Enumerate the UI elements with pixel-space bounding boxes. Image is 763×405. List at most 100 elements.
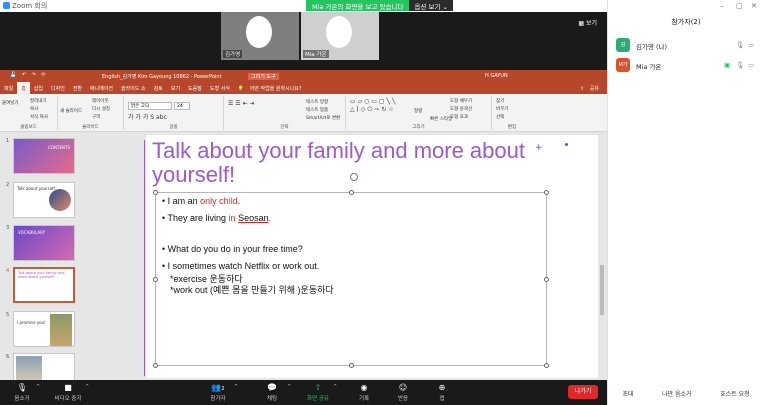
quick-access-icons[interactable]: 💾 ↶ ↷ ⟳ xyxy=(10,72,48,78)
microphone-icon[interactable]: 🎙 xyxy=(736,41,744,49)
video-tile-2[interactable]: Mia 가온 xyxy=(301,12,379,60)
shape-outline-button[interactable]: 도형 윤곽선 xyxy=(450,106,472,112)
tab-insert[interactable]: 삽입 xyxy=(30,82,47,94)
slide-thumbnail-2[interactable]: Talk about yourself xyxy=(13,182,75,218)
rotate-handle-icon[interactable] xyxy=(350,173,358,181)
tab-home[interactable]: 홈 xyxy=(17,82,30,94)
participant-avatar xyxy=(326,16,352,48)
apps-button[interactable]: ⊕ 앱 xyxy=(424,382,460,402)
copy-button[interactable]: 복사 xyxy=(30,106,38,112)
smartart-button[interactable]: SmartArt로 변환 xyxy=(306,115,340,121)
bullet-text-box[interactable]: • I am an only child. • They are living … xyxy=(153,190,549,368)
slide-thumbnail-1[interactable]: CONTENTS xyxy=(13,138,75,174)
drawing-tools-label: 그리기 도구 xyxy=(248,73,279,80)
ribbon: 붙여넣기 잘라내기 복사 서식 복사 클립보드 새 슬라이드 레이아웃 다시 설… xyxy=(0,94,607,132)
chevron-up-icon[interactable]: ^ xyxy=(234,384,238,390)
share-button[interactable]: ⇪ 공유 xyxy=(576,82,607,94)
slide-thumbnail-4[interactable]: Talk about your family and more about yo… xyxy=(13,267,75,303)
find-button[interactable]: 찾기 xyxy=(496,98,504,104)
scrollbar-thumb[interactable] xyxy=(600,265,604,315)
tell-me-search[interactable]: 💡 어떤 작업을 원하시나요? xyxy=(234,82,310,94)
share-screen-button[interactable]: ⇧ 화면 공유 xyxy=(300,382,336,402)
invite-button[interactable]: 초대 xyxy=(619,387,636,400)
mute-me-button[interactable]: 나만 음소거 xyxy=(659,387,695,400)
resize-handle[interactable] xyxy=(544,363,549,368)
quick-styles-button[interactable]: 빠른 스타일 xyxy=(430,116,452,122)
minimize-icon[interactable]: – xyxy=(720,2,724,10)
resize-handle[interactable] xyxy=(349,190,354,195)
video-camera-icon[interactable]: ▭ xyxy=(748,41,754,49)
reset-button[interactable]: 다시 설정 xyxy=(92,106,110,112)
vertical-scrollbar[interactable] xyxy=(599,135,605,378)
request-host-button[interactable]: 호스트 요청 xyxy=(717,387,753,400)
resize-handle[interactable] xyxy=(544,277,549,282)
video-camera-icon[interactable]: ▭ xyxy=(748,61,754,69)
shape-gallery-row2[interactable]: △ ⌈ ◇ ⬠ ⇨ ↻ ☆ xyxy=(350,106,394,113)
chevron-up-icon[interactable]: ^ xyxy=(333,384,337,390)
text-direction-button[interactable]: 텍스트 방향 xyxy=(306,99,328,105)
font-format-buttons[interactable]: 가 가 가 S abc xyxy=(128,112,167,121)
thumb-number: 4 xyxy=(6,268,10,274)
view-options-button[interactable]: 옵션 보기 ⌄ xyxy=(409,0,453,11)
tab-review[interactable]: 검토 xyxy=(150,82,167,94)
chevron-up-icon[interactable]: ^ xyxy=(287,384,291,390)
participants-button[interactable]: 👥2 참가자 xyxy=(200,382,236,402)
microphone-icon[interactable]: 🎙 xyxy=(736,61,744,69)
leave-button[interactable]: 나가기 xyxy=(568,385,598,399)
bullet-text: . xyxy=(268,213,272,223)
maximize-icon[interactable]: ▢ xyxy=(736,2,743,10)
shape-effects-button[interactable]: 도형 효과 xyxy=(450,114,468,120)
paste-button[interactable]: 붙여넣기 xyxy=(2,100,19,106)
resize-handle[interactable] xyxy=(544,190,549,195)
font-name-box[interactable]: 맑은 고딕 xyxy=(128,102,172,110)
tab-transitions[interactable]: 전환 xyxy=(69,82,86,94)
participant-row[interactable]: M가 Mia 가온 ▣ 🎙 ▭ xyxy=(616,58,756,74)
stop-video-button[interactable]: ■ 비디오 중지 xyxy=(50,382,86,402)
participant-row[interactable]: 김 김가영 (나) 🎙 ▭ xyxy=(616,38,756,54)
slide-thumbnail-5[interactable]: I promise you! xyxy=(13,311,75,347)
new-slide-button[interactable]: 새 슬라이드 xyxy=(60,108,82,114)
font-size-box[interactable]: 24 xyxy=(174,102,190,110)
avatar: 김 xyxy=(616,38,630,52)
slide-canvas[interactable]: Talk about your family and more about yo… xyxy=(146,135,598,378)
replace-button[interactable]: 바꾸기 xyxy=(496,106,508,112)
user-name: H GAYUN xyxy=(485,73,508,79)
reactions-button[interactable]: ☺ 반응 xyxy=(385,382,421,402)
tab-shape-format[interactable]: 도형 서식 xyxy=(206,82,234,94)
video-tile-1[interactable]: 김가영 xyxy=(221,12,299,60)
align-text-button[interactable]: 텍스트 맞춤 xyxy=(306,107,328,113)
section-button[interactable]: 구역 xyxy=(92,114,100,120)
resize-handle[interactable] xyxy=(349,363,354,368)
ribbon-tabs: 파일 홈 삽입 디자인 전환 애니메이션 슬라이드 쇼 검토 보기 도움말 도형… xyxy=(0,82,607,94)
participants-label: 참가자 xyxy=(210,396,226,402)
shape-fill-button[interactable]: 도형 채우기 xyxy=(450,98,472,104)
layout-button[interactable]: 레이아웃 xyxy=(92,98,109,104)
tab-design[interactable]: 디자인 xyxy=(47,82,69,94)
tab-animations[interactable]: 애니메이션 xyxy=(86,82,117,94)
bullet-buttons[interactable]: ☰ ☰ ⇤ ⇥ xyxy=(228,100,255,107)
arrange-button[interactable]: 정렬 xyxy=(414,108,422,114)
resize-handle[interactable] xyxy=(153,190,158,195)
chevron-up-icon[interactable]: ^ xyxy=(85,384,89,390)
record-button[interactable]: ◉ 기록 xyxy=(346,382,382,402)
shape-gallery[interactable]: ▭ ▱ ○ ▭ ▢ ╲ ╲ xyxy=(350,98,396,105)
chevron-up-icon[interactable]: ^ xyxy=(36,384,40,390)
format-painter-button[interactable]: 서식 복사 xyxy=(30,114,48,120)
view-button[interactable]: ▦ 보기 xyxy=(578,18,597,27)
slide-title[interactable]: Talk about your family and more about yo… xyxy=(152,139,532,187)
select-button[interactable]: 선택 xyxy=(496,114,504,120)
resize-handle[interactable] xyxy=(153,363,158,368)
close-icon[interactable]: ✕ xyxy=(751,2,757,10)
tab-file[interactable]: 파일 xyxy=(0,82,17,94)
slide-thumbnail-3[interactable]: VOCABULARY xyxy=(13,225,75,261)
mute-button[interactable]: 🎙 음소거 xyxy=(4,382,40,402)
tab-help[interactable]: 도움말 xyxy=(184,82,206,94)
chat-button[interactable]: 💬 채팅 xyxy=(254,382,290,402)
resize-handle[interactable] xyxy=(153,277,158,282)
bullet-text: They are living xyxy=(167,213,229,223)
cut-button[interactable]: 잘라내기 xyxy=(30,98,47,104)
tab-slideshow[interactable]: 슬라이드 쇼 xyxy=(117,82,150,94)
tab-view[interactable]: 보기 xyxy=(167,82,184,94)
zoom-title-bar: Zoom 회의 xyxy=(0,0,607,12)
thumb-title: I promise you! xyxy=(17,320,46,325)
